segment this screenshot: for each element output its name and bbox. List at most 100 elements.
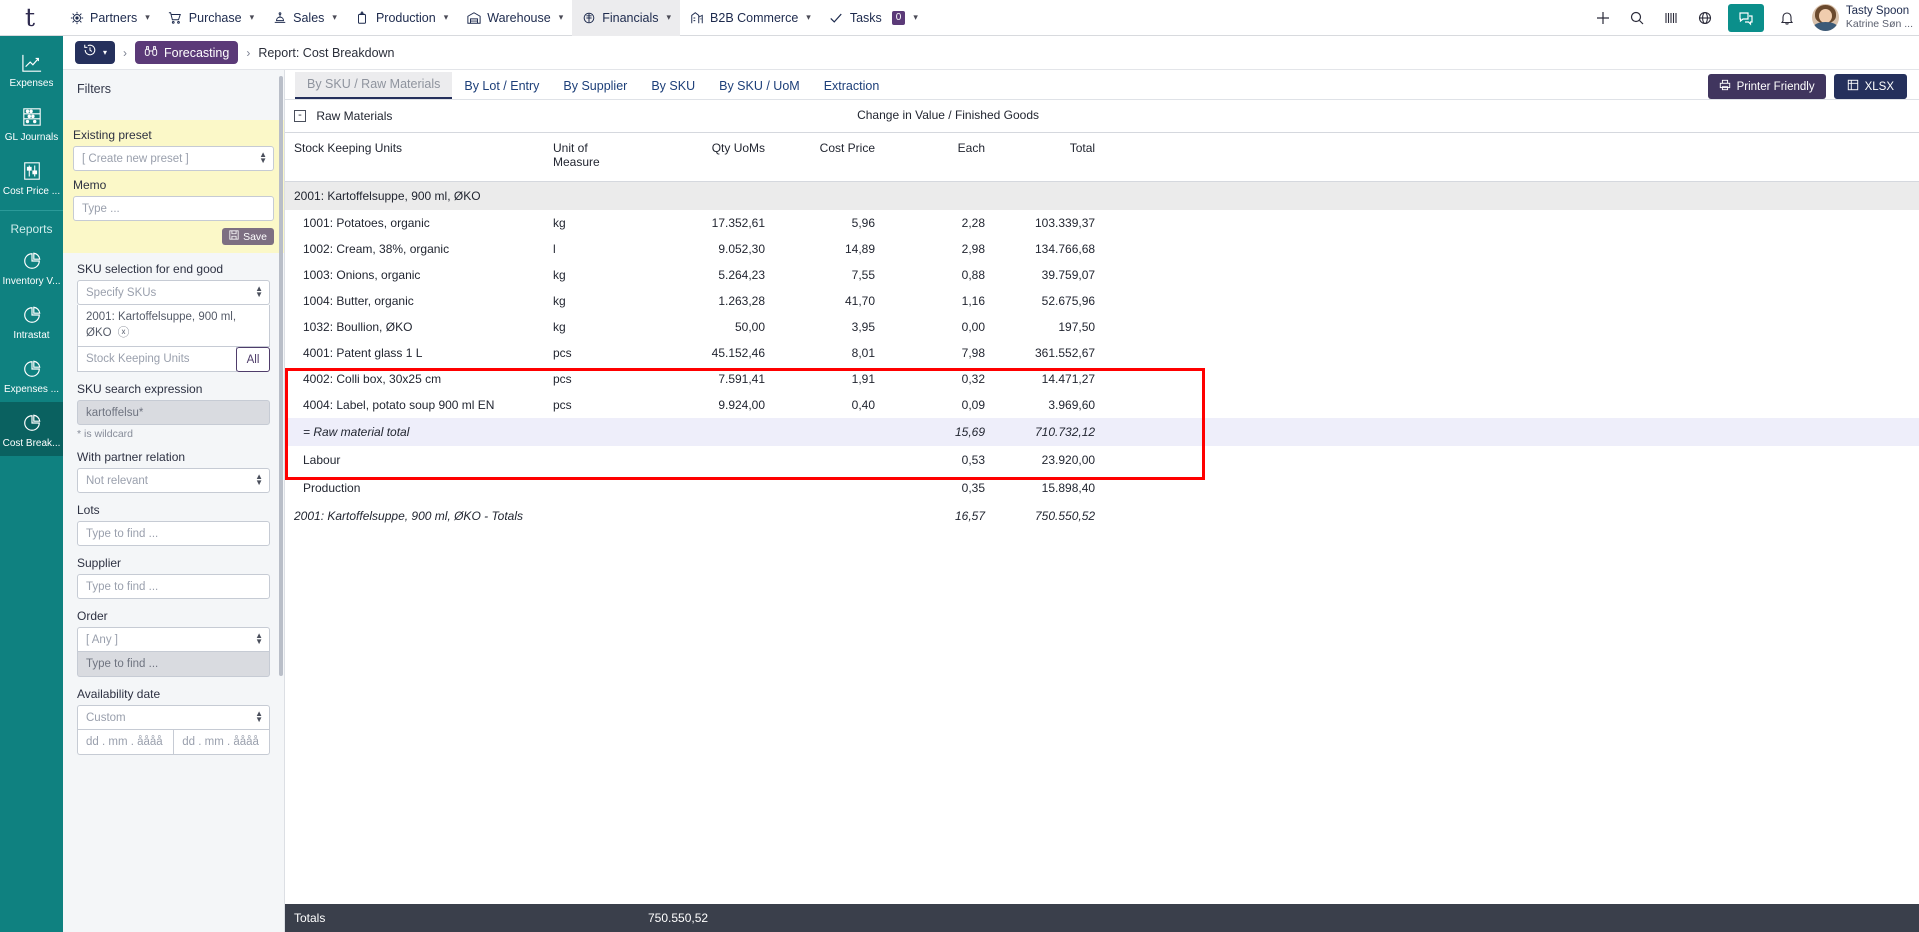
history-button[interactable]: ▾ <box>75 41 115 64</box>
tab-by-sku-uom[interactable]: By SKU / UoM <box>707 74 812 99</box>
nav-item-b2b-commerce[interactable]: B2B Commerce ▾ <box>680 0 820 36</box>
order-search-input[interactable]: Type to find ... <box>77 652 270 677</box>
nav-item-purchase[interactable]: Purchase ▾ <box>159 0 263 36</box>
sidebar-item-gl-journals[interactable]: GL Journals <box>0 96 63 150</box>
memo-input[interactable]: Type ... <box>73 196 274 221</box>
chevron-down-icon[interactable]: ▾ <box>145 12 150 23</box>
sidebar-item-expenses[interactable]: Expenses <box>0 42 63 96</box>
sku-mode-select[interactable]: Specify SKUs <box>77 280 270 305</box>
nav-item-warehouse[interactable]: Warehouse ▾ <box>457 0 572 36</box>
row-sku: 4002: Colli box, 30x25 cm <box>285 366 553 392</box>
sidebar-item-intrastat[interactable]: Intrastat <box>0 294 63 348</box>
globe-icon[interactable] <box>1688 0 1722 36</box>
table-row[interactable]: 4001: Patent glass 1 L pcs 45.152,46 8,0… <box>285 340 1919 366</box>
main-area: ▾ › Forecasting › Report: Cost Breakdown <box>63 36 1919 932</box>
sku-all-button[interactable]: All <box>236 347 270 372</box>
nav-item-sales[interactable]: Sales ▾ <box>263 0 346 36</box>
breadcrumb: ▾ › Forecasting › Report: Cost Breakdown <box>63 36 1919 70</box>
table-row[interactable]: 1003: Onions, organic kg 5.264,23 7,55 0… <box>285 262 1919 288</box>
sidebar-item-inventory-value[interactable]: Inventory V... <box>0 240 63 294</box>
nav-item-production[interactable]: Production ▾ <box>346 0 457 36</box>
remove-chip-icon[interactable]: ⓧ <box>118 326 130 342</box>
breadcrumb-separator-1: › <box>123 46 127 60</box>
warehouse-icon <box>466 10 481 25</box>
tab-by-supplier[interactable]: By Supplier <box>551 74 639 99</box>
body-wrapper: Expenses GL Journals <box>0 36 1919 932</box>
availability-date-from[interactable]: dd . mm . åååå <box>77 730 173 755</box>
tab-by-sku-raw-materials[interactable]: By SKU / Raw Materials <box>295 72 452 99</box>
row-uom: pcs <box>553 340 663 366</box>
collapse-toggle-icon[interactable]: - <box>294 110 306 122</box>
save-icon <box>229 230 239 243</box>
production-label: Production <box>285 474 553 502</box>
barcode-icon[interactable] <box>1654 0 1688 36</box>
lots-input[interactable]: Type to find ... <box>77 521 270 546</box>
tab-extraction[interactable]: Extraction <box>812 74 892 99</box>
xlsx-export-button[interactable]: XLSX <box>1834 74 1907 99</box>
table-row[interactable]: 1032: Boullion, ØKO kg 50,00 3,95 0,00 1… <box>285 314 1919 340</box>
existing-preset-select[interactable]: [ Create new preset ] <box>73 146 274 171</box>
row-uom: kg <box>553 288 663 314</box>
col-header-each: Each <box>893 132 1003 181</box>
sidebar-item-cost-breakdown[interactable]: Cost Break... <box>0 402 63 456</box>
footer-totals-bar: Totals 750.550,52 <box>285 904 1919 932</box>
supplier-input[interactable]: Type to find ... <box>77 574 270 599</box>
order-select[interactable]: [ Any ] <box>77 627 270 652</box>
nav-item-tasks[interactable]: Tasks 0 ▾ <box>820 0 927 36</box>
sidebar-item-cost-price[interactable]: Cost Price ... <box>0 150 63 204</box>
table-row[interactable]: 4002: Colli box, 30x25 cm pcs 7.591,41 1… <box>285 366 1919 392</box>
existing-preset-select-wrap: [ Create new preset ] ▲▼ <box>73 146 274 171</box>
row-cost: 8,01 <box>783 340 893 366</box>
tab-by-lot-entry[interactable]: By Lot / Entry <box>452 74 551 99</box>
printer-friendly-button[interactable]: Printer Friendly <box>1708 74 1826 99</box>
sku-expression-input[interactable]: kartoffelsu* <box>77 400 270 425</box>
partner-relation-select[interactable]: Not relevant <box>77 468 270 493</box>
spacer-cell <box>783 418 893 446</box>
chevron-down-icon[interactable]: ▾ <box>332 12 337 23</box>
chevron-down-icon[interactable]: ▾ <box>667 12 672 23</box>
chevron-down-icon[interactable]: ▾ <box>559 12 564 23</box>
sidebar-label-intrastat: Intrastat <box>13 330 49 341</box>
chevron-down-icon[interactable]: ▾ <box>103 48 107 57</box>
sku-search-input[interactable]: Stock Keeping Units <box>77 347 237 372</box>
chevron-down-icon[interactable]: ▾ <box>250 12 255 23</box>
partner-relation-select-wrap: Not relevant ▲▼ <box>77 468 270 493</box>
selected-sku-chip[interactable]: 2001: Kartoffelsuppe, 900 ml, ØKO ⓧ <box>77 305 270 347</box>
row-each: 2,98 <box>893 236 1003 262</box>
chevron-down-icon[interactable]: ▾ <box>806 12 811 23</box>
tab-by-sku[interactable]: By SKU <box>639 74 707 99</box>
chevron-down-icon[interactable]: ▾ <box>444 12 449 23</box>
plus-icon[interactable] <box>1586 0 1620 36</box>
nav-item-financials[interactable]: Financials ▾ <box>572 0 680 36</box>
chevron-down-icon[interactable]: ▾ <box>913 12 918 23</box>
table-row[interactable]: 1004: Butter, organic kg 1.263,28 41,70 … <box>285 288 1919 314</box>
search-icon[interactable] <box>1620 0 1654 36</box>
bell-icon[interactable] <box>1770 0 1804 36</box>
row-sku: 1001: Potatoes, organic <box>285 210 553 236</box>
sku-selection-group: SKU selection for end good Specify SKUs … <box>77 262 270 372</box>
spacer-cell <box>1113 340 1919 366</box>
availability-date-to[interactable]: dd . mm . åååå <box>173 730 270 755</box>
spacer-cell <box>1113 474 1919 502</box>
nav-item-partners[interactable]: Partners ▾ <box>60 0 159 36</box>
breadcrumb-forecasting[interactable]: Forecasting <box>135 41 238 64</box>
row-sku: 1003: Onions, organic <box>285 262 553 288</box>
table-row[interactable]: 1001: Potatoes, organic kg 17.352,61 5,9… <box>285 210 1919 236</box>
availability-mode-select[interactable]: Custom <box>77 705 270 730</box>
sidebar-item-expenses-report[interactable]: Expenses ... <box>0 348 63 402</box>
row-qty: 1.263,28 <box>663 288 783 314</box>
user-menu[interactable]: Tasty Spoon Katrine Søn ... <box>1804 4 1913 32</box>
partner-relation-label: With partner relation <box>77 450 270 464</box>
table-row[interactable]: 1002: Cream, 38%, organic l 9.052,30 14,… <box>285 236 1919 262</box>
row-cost: 3,95 <box>783 314 893 340</box>
chat-icon[interactable] <box>1728 4 1764 32</box>
sidebar-label-cost-breakdown: Cost Break... <box>3 438 61 449</box>
row-uom: kg <box>553 262 663 288</box>
row-each: 7,98 <box>893 340 1003 366</box>
raw-total-each: 15,69 <box>893 418 1003 446</box>
filters-scrollbar[interactable] <box>279 76 283 676</box>
app-logo[interactable]: t <box>0 5 60 30</box>
selected-sku-label: 2001: Kartoffelsuppe, 900 ml, ØKO <box>86 311 236 339</box>
table-row[interactable]: 4004: Label, potato soup 900 ml EN pcs 9… <box>285 392 1919 418</box>
save-preset-button[interactable]: Save <box>222 228 274 245</box>
